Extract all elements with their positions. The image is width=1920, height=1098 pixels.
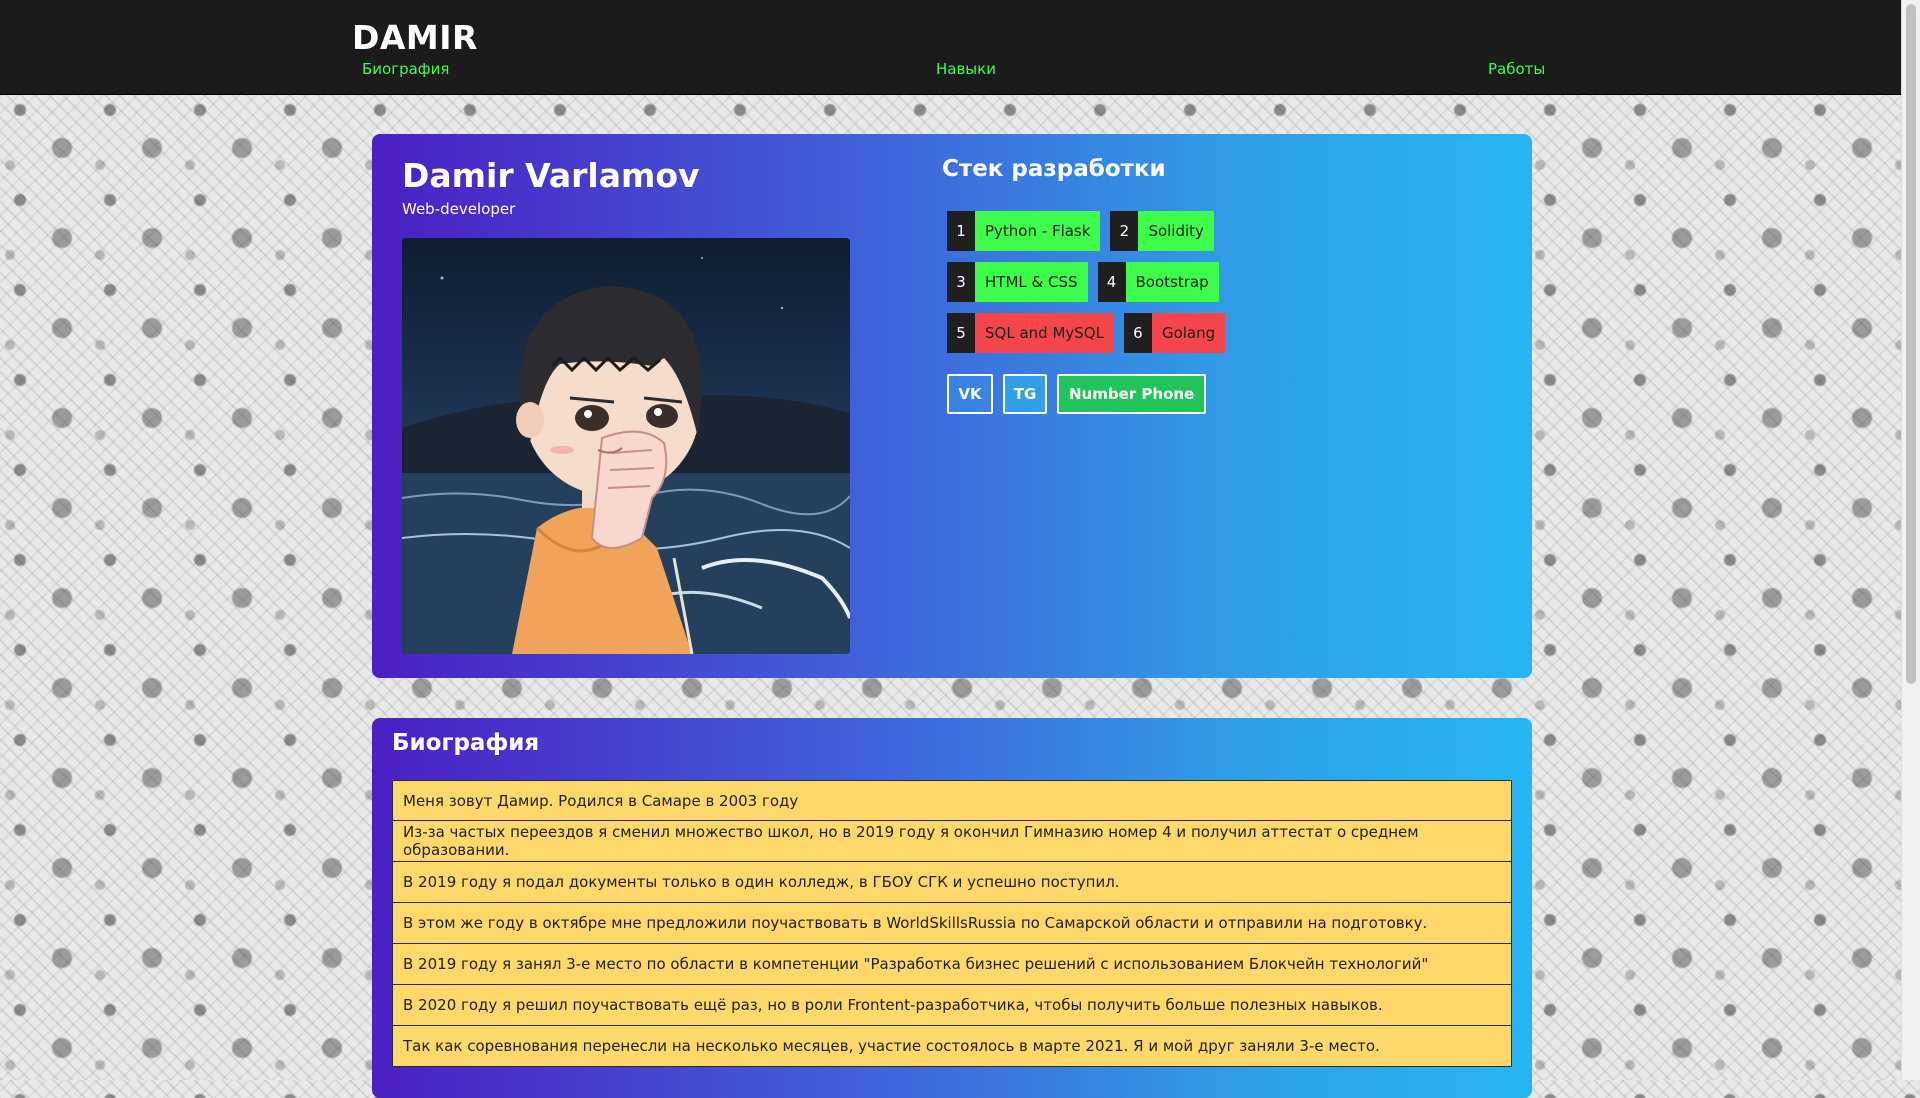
list-item: Меня зовут Дамир. Родился в Самаре в 200…	[392, 780, 1512, 821]
list-item: Из-за частых переездов я сменил множеств…	[392, 821, 1512, 862]
nav-link-biography[interactable]: Биография	[362, 60, 449, 78]
skill-number: 1	[947, 211, 975, 251]
skill-number: 6	[1123, 313, 1152, 353]
phone-button[interactable]: Number Phone	[1057, 374, 1207, 414]
biography-title: Биография	[392, 730, 540, 756]
skill-badge: 4 Bootstrap	[1097, 262, 1219, 302]
skill-name: Solidity	[1138, 211, 1214, 251]
list-item: В этом же году в октябре мне предложили …	[392, 903, 1512, 944]
list-item: В 2020 году я решил поучаствовать ещё ра…	[392, 985, 1512, 1026]
skill-name: HTML & CSS	[975, 262, 1088, 302]
skill-number: 2	[1110, 211, 1139, 251]
skills-row-1: 1 Python - Flask 2 Solidity	[947, 211, 1214, 251]
skill-badge: 6 Golang	[1123, 313, 1226, 353]
skill-badge: 2 Solidity	[1110, 211, 1214, 251]
avatar-illustration-drawing	[402, 257, 850, 654]
skill-badge: 5 SQL and MySQL	[947, 313, 1114, 353]
tg-button[interactable]: TG	[1003, 374, 1047, 414]
nav-link-skills[interactable]: Навыки	[936, 60, 996, 78]
stack-title: Стек разработки	[942, 156, 1166, 182]
biography-list: Меня зовут Дамир. Родился в Самаре в 200…	[392, 780, 1512, 1067]
social-links: VK TG Number Phone	[947, 374, 1207, 414]
skill-name: Golang	[1151, 313, 1226, 353]
skill-number: 3	[947, 262, 975, 302]
skill-badge: 1 Python - Flask	[947, 211, 1101, 251]
scrollbar-thumb[interactable]	[1906, 4, 1916, 684]
skill-name: Bootstrap	[1125, 262, 1219, 302]
biography-card: Биография Меня зовут Дамир. Родился в Са…	[372, 718, 1532, 1098]
page-scrollbar[interactable]	[1901, 0, 1920, 1080]
hero-card: Damir Varlamov Web-developer Стек разраб…	[372, 134, 1532, 678]
avatar-illustration	[402, 238, 850, 654]
profile-name: Damir Varlamov	[402, 156, 700, 195]
skill-name: Python - Flask	[975, 211, 1101, 251]
navbar: DAMIR Биография Навыки Работы	[0, 0, 1902, 95]
skill-number: 4	[1097, 262, 1126, 302]
nav-link-works[interactable]: Работы	[1488, 60, 1545, 78]
list-item: В 2019 году я подал документы только в о…	[392, 862, 1512, 903]
brand-logo[interactable]: DAMIR	[352, 18, 478, 57]
skill-name: SQL and MySQL	[975, 313, 1114, 353]
skills-row-2: 3 HTML & CSS 4 Bootstrap	[947, 262, 1219, 302]
list-item: Так как соревнования перенесли на нескол…	[392, 1026, 1512, 1067]
skills-row-3: 5 SQL and MySQL 6 Golang	[947, 313, 1226, 353]
skill-number: 5	[947, 313, 975, 353]
profile-subtitle: Web-developer	[402, 200, 516, 218]
list-item: В 2019 году я занял 3-е место по области…	[392, 944, 1512, 985]
skill-badge: 3 HTML & CSS	[947, 262, 1088, 302]
vk-button[interactable]: VK	[947, 374, 993, 414]
